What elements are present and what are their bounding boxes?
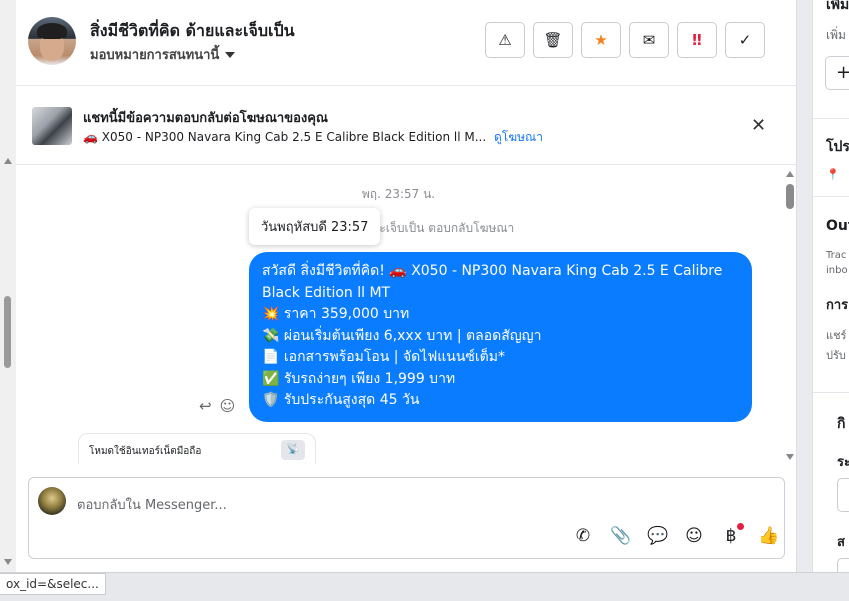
- follow-up-button[interactable]: ‼: [677, 22, 717, 58]
- ad-thumbnail: [32, 107, 72, 145]
- message-thread: พฤ. 23:57 น. ละเจ็บเป็น ตอบกลับโฆษณา วัน…: [16, 166, 797, 464]
- view-ad-link[interactable]: ดูโฆษณา: [494, 130, 543, 144]
- right-input-field[interactable]: [837, 478, 849, 512]
- add-button[interactable]: +: [825, 56, 849, 90]
- message-line: 📄 เอกสารพร้อมโอน | จัดไฟแนนซ์เต็ม*: [262, 349, 505, 365]
- car-icon: 🚗: [83, 130, 98, 144]
- star-icon: ★: [594, 31, 608, 49]
- message-line: 💥 ราคา 359,000 บาท: [262, 306, 410, 322]
- right-profile-heading: โปร: [826, 139, 849, 155]
- caret-down-icon: [225, 51, 236, 58]
- conversation-actions: ⚠ 🗑 ★ ✉ ‼ ✓: [485, 22, 765, 58]
- right-inbox-text: inbo: [826, 265, 848, 276]
- scroll-thumb[interactable]: [4, 296, 11, 368]
- right-outcome-heading: Out: [826, 218, 849, 234]
- right-share-text: แชร์: [826, 329, 847, 342]
- message-timestamp: พฤ. 23:57 น.: [361, 187, 436, 201]
- conversation-panel: สิ่งมีชีวิตที่คิด ด้ายและเจ็บเป็น มอบหมา…: [16, 0, 797, 572]
- check-icon: ✓: [738, 31, 752, 49]
- trash-icon: 🗑: [543, 31, 563, 49]
- assign-label: มอบหมายการสนทนานี้: [90, 48, 220, 63]
- attach-icon[interactable]: 📎: [610, 526, 631, 546]
- reply-icon[interactable]: ↩: [199, 397, 212, 415]
- message-line: ✅ รับรถง่ายๆ เพียง 1,999 บาท: [262, 370, 456, 387]
- right-field-label-2: ส: [837, 535, 845, 550]
- message-bubble[interactable]: สวัสดี สิ่งมีชีวิตที่คิด! 🚗 X050 - NP300…: [249, 252, 752, 422]
- message-line: 🛡️ รับประกันสูงสุด 45 วัน: [262, 392, 420, 408]
- status-bar-url: ox_id=&selec...: [0, 573, 106, 595]
- right-activity-heading: กิ: [837, 416, 846, 432]
- composer-tools: ✆ 📎 💬 ☺ ฿ 👍: [573, 523, 779, 546]
- scroll-up-arrow-icon[interactable]: [786, 171, 794, 177]
- react-icon[interactable]: ☺: [220, 397, 236, 415]
- warning-icon: ⚠: [498, 31, 512, 49]
- right-heading-top: เพิ่ม: [826, 0, 849, 13]
- ad-banner-subtitle: 🚗 X050 - NP300 Navara King Cab 2.5 E Cal…: [83, 128, 543, 147]
- contact-avatar[interactable]: [28, 17, 76, 65]
- page-avatar: [38, 487, 66, 515]
- call-icon[interactable]: ✆: [573, 526, 593, 546]
- right-details-panel: เพิ่ม เพิ่ม + โปร 📍 Out Trac inbo การ แช…: [812, 0, 849, 572]
- emoji-icon[interactable]: ☺: [684, 526, 704, 546]
- right-section-heading: การ: [826, 298, 849, 313]
- right-input-field-2[interactable]: [837, 558, 849, 572]
- saved-reply-icon[interactable]: 💬: [647, 526, 668, 546]
- location-pin-icon: 📍: [826, 168, 840, 181]
- right-track-text: Trac: [826, 250, 847, 261]
- right-field-label: ระ: [837, 455, 849, 470]
- ad-banner-title: แชทนี้มีข้อความตอบกลับต่อโฆษณาของคุณ: [83, 111, 328, 126]
- double-exclamation-icon: ‼: [692, 31, 702, 49]
- like-icon[interactable]: 👍: [758, 526, 779, 546]
- mark-unread-button[interactable]: ✉: [629, 22, 669, 58]
- replied-to-ad-note: ละเจ็บเป็น ตอบกลับโฆษณา: [372, 221, 515, 235]
- left-scrollbar[interactable]: [0, 0, 16, 572]
- notification-dot: [737, 523, 744, 530]
- scroll-up-arrow-icon[interactable]: [4, 158, 12, 164]
- payment-icon[interactable]: ฿: [721, 523, 744, 546]
- message-composer[interactable]: ตอบกลับใน Messenger... ✆ 📎 💬 ☺ ฿ 👍: [28, 477, 785, 559]
- scroll-thumb[interactable]: [786, 184, 794, 209]
- delete-button[interactable]: 🗑: [533, 22, 573, 58]
- payment-glyph: ฿: [725, 526, 737, 546]
- divider: [813, 392, 849, 393]
- browser-bottom-strip: [0, 572, 849, 601]
- spam-button[interactable]: ⚠: [485, 22, 525, 58]
- message-line: 💸 ผ่อนเริ่มต้นเพียง 6,xxx บาท | ตลอดสัญญ…: [262, 327, 542, 344]
- right-adjust-text: ปรับ: [826, 349, 846, 362]
- done-button[interactable]: ✓: [725, 22, 765, 58]
- ad-reply-banner: แชทนี้มีข้อความตอบกลับต่อโฆษณาของคุณ 🚗 X…: [16, 87, 797, 165]
- message-tools: ↩ ☺: [199, 397, 235, 415]
- scroll-down-arrow-icon[interactable]: [786, 454, 794, 460]
- envelope-icon: ✉: [642, 31, 656, 49]
- close-icon[interactable]: ✕: [751, 115, 766, 136]
- chat-scrollbar[interactable]: [784, 166, 796, 464]
- antenna-icon: 📡: [281, 440, 305, 460]
- divider: [813, 118, 849, 119]
- conversation-header: สิ่งมีชีวิตที่คิด ด้ายและเจ็บเป็น มอบหมา…: [16, 0, 797, 86]
- star-button[interactable]: ★: [581, 22, 621, 58]
- divider: [813, 196, 849, 197]
- contact-name[interactable]: สิ่งมีชีวิตที่คิด ด้ายและเจ็บเป็น: [90, 19, 295, 44]
- assign-conversation-dropdown[interactable]: มอบหมายการสนทนานี้: [90, 44, 236, 65]
- mobile-data-card: โหมดใช้อินเทอร์เน็ตมือถือ 📡: [78, 433, 316, 464]
- time-tooltip: วันพฤหัสบดี 23:57: [249, 208, 381, 245]
- avatar-hair: [37, 23, 67, 39]
- message-line: สวัสดี สิ่งมีชีวิตที่คิด! 🚗 X050 - NP300…: [262, 263, 723, 301]
- right-add-label: เพิ่ม: [826, 28, 846, 42]
- ad-name: X050 - NP300 Navara King Cab 2.5 E Calib…: [101, 130, 487, 144]
- scroll-down-arrow-icon[interactable]: [4, 559, 12, 565]
- reply-input[interactable]: ตอบกลับใน Messenger...: [77, 494, 227, 515]
- card-label: โหมดใช้อินเทอร์เน็ตมือถือ: [89, 446, 202, 457]
